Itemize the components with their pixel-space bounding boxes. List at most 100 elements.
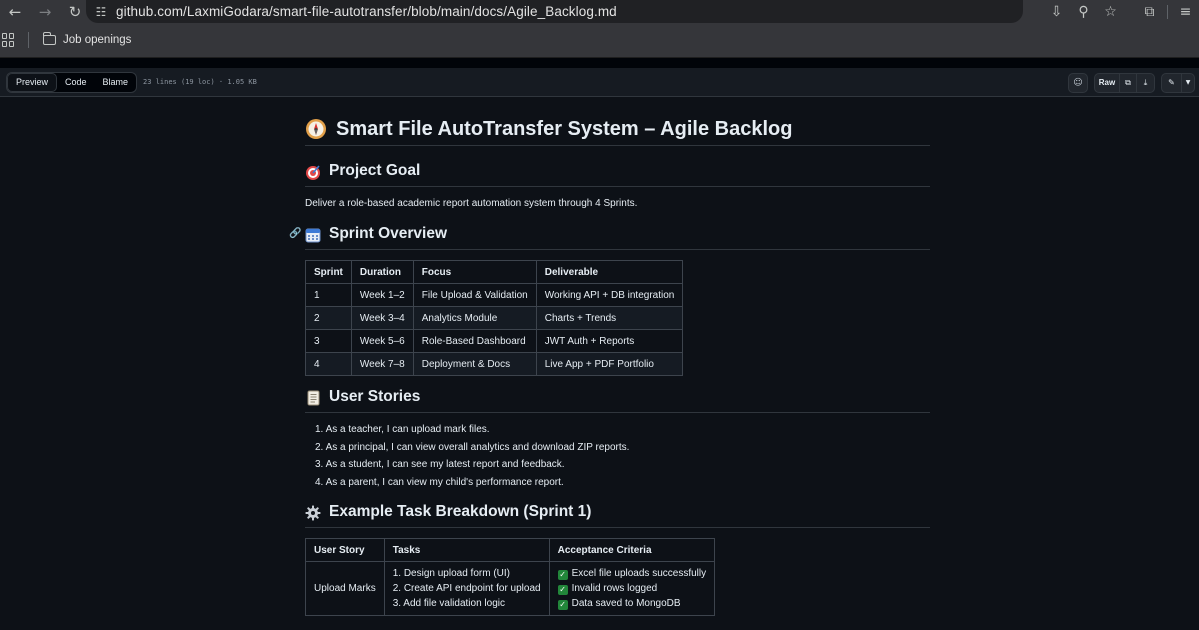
title-text: Smart File AutoTransfer System – Agile B… [336, 118, 793, 140]
task-item: 1. Design upload form (UI) [392, 568, 510, 579]
table-cell: 2 [305, 306, 352, 330]
sprint-table: Sprint Duration Focus Deliverable 1 Week… [305, 260, 684, 376]
tab-code[interactable]: Code [57, 73, 95, 92]
table-cell: Week 3–4 [350, 306, 414, 330]
page-title: Smart File AutoTransfer System – Agile B… [305, 115, 930, 146]
heading-sprint-overview: Sprint Overview [305, 223, 930, 250]
chevron-down-icon[interactable]: ▼ [1182, 74, 1194, 92]
table-cell: 3 [305, 329, 352, 353]
gear-emoji-icon [305, 505, 321, 521]
zoom-icon[interactable]: ⚲ [1070, 0, 1097, 23]
criteria-item: ✓ Invalid rows logged [557, 581, 707, 596]
url-text[interactable]: github.com/LaxmiGodara/smart-file-autotr… [116, 4, 617, 19]
raw-actions: Raw ⧉ ⤓ [1094, 72, 1155, 93]
table-cell: JWT Auth + Reports [535, 329, 684, 353]
extensions-icon[interactable]: ⧉ [1136, 0, 1163, 23]
table-cell: 1 [305, 283, 352, 307]
table-row: 1 Week 1–2 File Upload & Validation Work… [305, 283, 684, 307]
forward-arrow-icon[interactable]: → [30, 0, 60, 23]
table-cell: Working API + DB integration [535, 283, 684, 307]
column-header: User Story [305, 538, 385, 562]
link-icon[interactable]: 🔗 [289, 228, 301, 239]
checkmark-icon: ✓ [557, 585, 568, 595]
table-row: 3 Week 5–6 Role-Based Dashboard JWT Auth… [305, 329, 684, 353]
table-row: Upload Marks 1. Design upload form (UI) … [305, 561, 716, 616]
table-cell: File Upload & Validation [412, 283, 537, 307]
column-header: Focus [412, 260, 537, 284]
calendar-emoji-icon [305, 228, 321, 243]
criteria-cell: ✓ Excel file uploads successfully ✓ Invali… [548, 561, 716, 616]
heading-text: User Stories [329, 388, 421, 405]
file-meta: 23 lines (19 loc) · 1.05 KB [143, 78, 257, 86]
table-cell: Week 7–8 [350, 352, 414, 376]
criteria-item: ✓ Data saved to MongoDB [557, 596, 707, 611]
compass-emoji-icon [306, 119, 326, 139]
table-row: 2 Week 3–4 Analytics Module Charts + Tre… [305, 306, 684, 330]
table-cell: Week 1–2 [350, 283, 414, 307]
user-stories-list: 1. As a teacher, I can upload mark files… [315, 421, 629, 491]
list-item: 4. As a parent, I can view my child's pe… [315, 476, 564, 488]
table-cell: Week 5–6 [350, 329, 414, 353]
task-item: 2. Create API endpoint for upload [392, 583, 541, 594]
heading-user-stories: User Stories [305, 386, 930, 413]
table-header-row: User Story Tasks Acceptance Criteria [305, 538, 716, 562]
table-cell: Live App + PDF Portfolio [535, 352, 684, 376]
criteria-text: Data saved to MongoDB [571, 598, 681, 609]
page-top-strip [0, 58, 1199, 68]
column-header: Deliverable [535, 260, 684, 284]
tab-preview[interactable]: Preview [7, 72, 58, 92]
copilot-icon[interactable]: ☺ [1068, 72, 1088, 93]
list-item: 3. As a student, I can see my latest rep… [315, 459, 565, 470]
list-item: 2. As a principal, I can view overall an… [315, 441, 630, 453]
table-row: 4 Week 7–8 Deployment & Docs Live App + … [305, 352, 684, 376]
task-table: User Story Tasks Acceptance Criteria Upl… [305, 538, 716, 616]
table-cell: Charts + Trends [535, 306, 684, 330]
table-cell: Upload Marks [305, 561, 385, 616]
column-header: Sprint [305, 260, 352, 284]
heading-text: Sprint Overview [329, 225, 448, 242]
star-icon[interactable]: ☆ [1097, 0, 1124, 23]
task-item: 3. Add file validation logic [392, 598, 505, 609]
column-header: Duration [350, 260, 414, 284]
edit-actions: ✎ ▼ [1161, 72, 1195, 93]
scroll-emoji-icon [307, 390, 320, 406]
heading-text: Example Task Breakdown (Sprint 1) [329, 503, 592, 520]
goal-paragraph: Deliver a role-based academic report aut… [305, 198, 638, 209]
table-cell: Analytics Module [412, 306, 537, 330]
view-switcher: Preview Code Blame [6, 71, 138, 93]
edit-icon[interactable]: ✎ [1162, 73, 1182, 92]
browser-toolbar: ← → ↻ ☷ github.com/LaxmiGodara/smart-fil… [0, 0, 1199, 23]
reading-list-icon[interactable]: ≡ [1172, 0, 1199, 23]
apps-icon[interactable] [2, 33, 16, 47]
checkmark-icon: ✓ [557, 570, 568, 580]
bookmark-job-openings[interactable]: Job openings [63, 34, 131, 46]
heading-project-goal: Project Goal [305, 160, 930, 187]
toolbar-divider [1167, 4, 1168, 19]
back-arrow-icon[interactable]: ← [0, 0, 30, 23]
folder-icon[interactable] [42, 32, 56, 45]
address-bar[interactable]: ☷ github.com/LaxmiGodara/smart-file-auto… [86, 0, 1023, 23]
list-item: 1. As a teacher, I can upload mark files… [315, 424, 490, 435]
file-header: Preview Code Blame 23 lines (19 loc) · 1… [0, 68, 1199, 97]
download-icon[interactable]: ⤓ [1137, 74, 1154, 92]
tab-blame[interactable]: Blame [95, 73, 137, 92]
table-cell: Role-Based Dashboard [412, 329, 537, 353]
heading-task-breakdown: Example Task Breakdown (Sprint 1) [305, 501, 930, 528]
target-emoji-icon [306, 165, 320, 180]
tasks-cell: 1. Design upload form (UI) 2. Create API… [383, 561, 550, 616]
site-settings-icon[interactable]: ☷ [86, 5, 116, 19]
criteria-item: ✓ Excel file uploads successfully [557, 566, 707, 581]
bookmarks-divider [28, 32, 29, 48]
raw-button[interactable]: Raw [1095, 73, 1120, 92]
heading-text: Project Goal [329, 162, 421, 179]
copy-icon[interactable]: ⧉ [1120, 73, 1137, 92]
table-cell: 4 [305, 352, 352, 376]
bookmarks-bar: Job openings [0, 23, 1199, 58]
install-icon[interactable]: ⇩ [1043, 0, 1070, 23]
checkmark-icon: ✓ [557, 600, 568, 610]
criteria-text: Excel file uploads successfully [571, 568, 707, 579]
criteria-text: Invalid rows logged [571, 583, 658, 594]
table-cell: Deployment & Docs [412, 352, 537, 376]
column-header: Acceptance Criteria [548, 538, 716, 562]
table-header-row: Sprint Duration Focus Deliverable [305, 260, 684, 284]
